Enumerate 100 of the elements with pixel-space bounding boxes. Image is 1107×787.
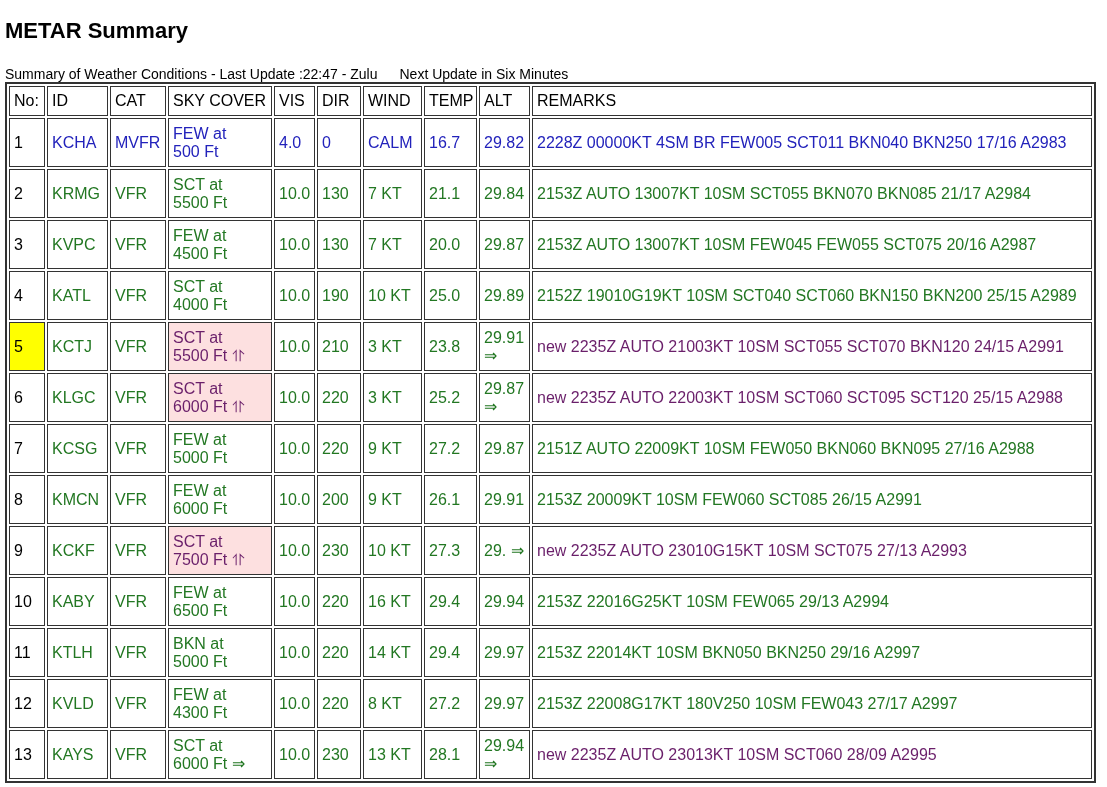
row-number-cell: 13 bbox=[9, 730, 45, 779]
wind-cell: 14 KT bbox=[363, 628, 422, 677]
category-cell: VFR bbox=[110, 526, 166, 575]
sky-cover-cell: SCT at 6000 Ft ⥣ bbox=[168, 373, 272, 422]
category-cell: VFR bbox=[110, 628, 166, 677]
remarks-cell: new 2235Z AUTO 23013KT 10SM SCT060 28/09 A2995 bbox=[532, 730, 1092, 779]
station-id-cell: KCHA bbox=[47, 118, 108, 167]
category-cell: VFR bbox=[110, 373, 166, 422]
station-id-cell: KCTJ bbox=[47, 322, 108, 371]
row-number-cell: 8 bbox=[9, 475, 45, 524]
visibility-cell: 10.0 bbox=[274, 730, 315, 779]
altimeter-cell: 29.94 ⇒ bbox=[479, 730, 530, 779]
row-number-cell: 12 bbox=[9, 679, 45, 728]
visibility-cell: 10.0 bbox=[274, 679, 315, 728]
row-number-cell: 3 bbox=[9, 220, 45, 269]
direction-cell: 220 bbox=[317, 577, 361, 626]
remarks-cell: 2151Z AUTO 22009KT 10SM FEW050 BKN060 BKN095 27/16 A2988 bbox=[532, 424, 1092, 473]
visibility-cell: 10.0 bbox=[274, 169, 315, 218]
remarks-cell: 2153Z AUTO 13007KT 10SM FEW045 FEW055 SCT075 20/16 A2987 bbox=[532, 220, 1092, 269]
wind-cell: 3 KT bbox=[363, 322, 422, 371]
remarks-cell: new 2235Z AUTO 22003KT 10SM SCT060 SCT095 SCT120 25/15 A2988 bbox=[532, 373, 1092, 422]
wind-cell: CALM bbox=[363, 118, 422, 167]
column-header: VIS bbox=[274, 86, 315, 116]
column-header: No: bbox=[9, 86, 45, 116]
temperature-cell: 29.4 bbox=[424, 628, 477, 677]
temperature-cell: 25.0 bbox=[424, 271, 477, 320]
temperature-cell: 16.7 bbox=[424, 118, 477, 167]
station-id-cell: KATL bbox=[47, 271, 108, 320]
row-number-cell: 10 bbox=[9, 577, 45, 626]
sky-cover-cell: BKN at 5000 Ft bbox=[168, 628, 272, 677]
column-header: DIR bbox=[317, 86, 361, 116]
altimeter-cell: 29.84 bbox=[479, 169, 530, 218]
wind-cell: 16 KT bbox=[363, 577, 422, 626]
visibility-cell: 10.0 bbox=[274, 577, 315, 626]
page-title: METAR Summary bbox=[5, 18, 188, 44]
altimeter-cell: 29.91 bbox=[479, 475, 530, 524]
temperature-cell: 21.1 bbox=[424, 169, 477, 218]
category-cell: VFR bbox=[110, 424, 166, 473]
remarks-cell: new 2235Z AUTO 21003KT 10SM SCT055 SCT070 BKN120 24/15 A2991 bbox=[532, 322, 1092, 371]
temperature-cell: 28.1 bbox=[424, 730, 477, 779]
direction-cell: 130 bbox=[317, 220, 361, 269]
direction-cell: 220 bbox=[317, 373, 361, 422]
sky-cover-cell: SCT at 7500 Ft ⥣ bbox=[168, 526, 272, 575]
wind-cell: 13 KT bbox=[363, 730, 422, 779]
wind-cell: 9 KT bbox=[363, 424, 422, 473]
station-id-cell: KMCN bbox=[47, 475, 108, 524]
temperature-cell: 29.4 bbox=[424, 577, 477, 626]
sky-cover-cell: FEW at 500 Ft bbox=[168, 118, 272, 167]
direction-cell: 190 bbox=[317, 271, 361, 320]
column-header: TEMP bbox=[424, 86, 477, 116]
altimeter-cell: 29.97 bbox=[479, 628, 530, 677]
direction-cell: 130 bbox=[317, 169, 361, 218]
altimeter-cell: 29.94 bbox=[479, 577, 530, 626]
visibility-cell: 10.0 bbox=[274, 373, 315, 422]
altimeter-cell: 29.97 bbox=[479, 679, 530, 728]
direction-cell: 220 bbox=[317, 679, 361, 728]
direction-cell: 230 bbox=[317, 526, 361, 575]
category-cell: VFR bbox=[110, 679, 166, 728]
altimeter-cell: 29.87 bbox=[479, 424, 530, 473]
sky-cover-cell: SCT at 6000 Ft ⇒ bbox=[168, 730, 272, 779]
column-header: ALT bbox=[479, 86, 530, 116]
category-cell: VFR bbox=[110, 322, 166, 371]
sky-cover-cell: FEW at 4500 Ft bbox=[168, 220, 272, 269]
temperature-cell: 27.2 bbox=[424, 424, 477, 473]
station-id-cell: KTLH bbox=[47, 628, 108, 677]
station-id-cell: KCSG bbox=[47, 424, 108, 473]
direction-cell: 220 bbox=[317, 424, 361, 473]
station-id-cell: KVLD bbox=[47, 679, 108, 728]
remarks-cell: 2153Z AUTO 13007KT 10SM SCT055 BKN070 BKN085 21/17 A2984 bbox=[532, 169, 1092, 218]
wind-cell: 7 KT bbox=[363, 220, 422, 269]
temperature-cell: 20.0 bbox=[424, 220, 477, 269]
remarks-cell: 2152Z 19010G19KT 10SM SCT040 SCT060 BKN150 BKN200 25/15 A2989 bbox=[532, 271, 1092, 320]
direction-cell: 0 bbox=[317, 118, 361, 167]
column-header: REMARKS bbox=[532, 86, 1092, 116]
visibility-cell: 10.0 bbox=[274, 424, 315, 473]
direction-cell: 220 bbox=[317, 628, 361, 677]
remarks-cell: 2228Z 00000KT 4SM BR FEW005 SCT011 BKN040 BKN250 17/16 A2983 bbox=[532, 118, 1092, 167]
column-header: CAT bbox=[110, 86, 166, 116]
visibility-cell: 10.0 bbox=[274, 526, 315, 575]
station-id-cell: KCKF bbox=[47, 526, 108, 575]
wind-cell: 10 KT bbox=[363, 271, 422, 320]
visibility-cell: 10.0 bbox=[274, 220, 315, 269]
category-cell: VFR bbox=[110, 220, 166, 269]
sky-cover-cell: SCT at 5500 Ft ⥣ bbox=[168, 322, 272, 371]
altimeter-cell: 29. ⇒ bbox=[479, 526, 530, 575]
altimeter-cell: 29.82 bbox=[479, 118, 530, 167]
remarks-cell: new 2235Z AUTO 23010G15KT 10SM SCT075 27/13 A2993 bbox=[532, 526, 1092, 575]
wind-cell: 8 KT bbox=[363, 679, 422, 728]
remarks-cell: 2153Z 22016G25KT 10SM FEW065 29/13 A2994 bbox=[532, 577, 1092, 626]
category-cell: MVFR bbox=[110, 118, 166, 167]
remarks-cell: 2153Z 20009KT 10SM FEW060 SCT085 26/15 A2991 bbox=[532, 475, 1092, 524]
visibility-cell: 4.0 bbox=[274, 118, 315, 167]
column-header: SKY COVER bbox=[168, 86, 272, 116]
direction-cell: 200 bbox=[317, 475, 361, 524]
sky-cover-cell: FEW at 4300 Ft bbox=[168, 679, 272, 728]
wind-cell: 9 KT bbox=[363, 475, 422, 524]
wind-cell: 7 KT bbox=[363, 169, 422, 218]
column-header: ID bbox=[47, 86, 108, 116]
direction-cell: 230 bbox=[317, 730, 361, 779]
summary-text: Summary of Weather Conditions - Last Update :22:47 - Zulu bbox=[5, 66, 378, 82]
